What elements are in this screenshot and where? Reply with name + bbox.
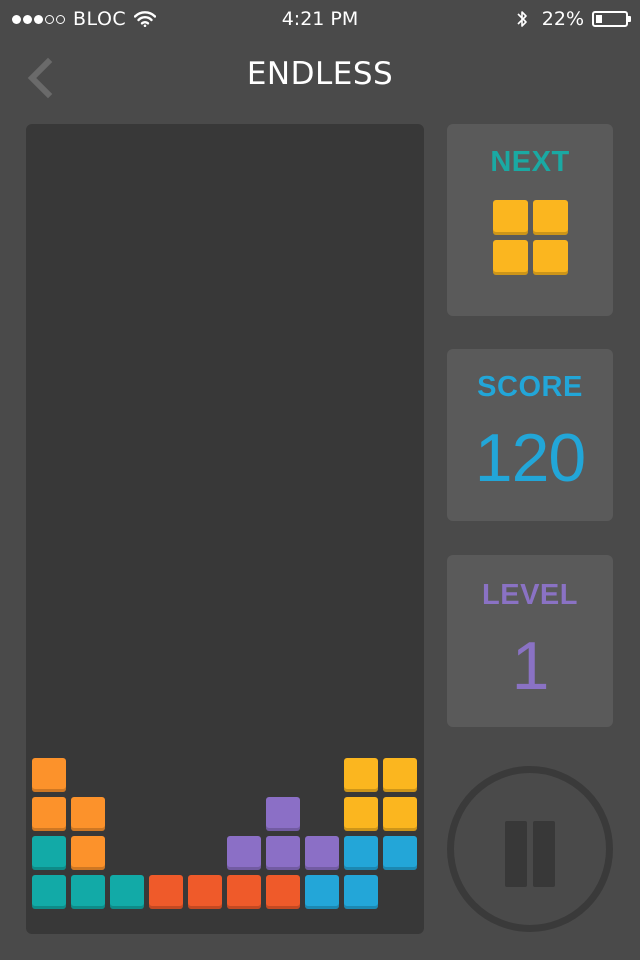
level-label: LEVEL <box>482 579 578 611</box>
pause-bar-left <box>505 821 527 887</box>
game-board[interactable] <box>26 124 424 934</box>
score-label: SCORE <box>477 371 583 403</box>
board-cell <box>344 875 378 909</box>
board-cell <box>383 797 417 831</box>
score-value: 120 <box>474 420 586 496</box>
board-cell <box>266 797 300 831</box>
board-cell <box>383 836 417 870</box>
board-cell <box>32 875 66 909</box>
pause-button[interactable] <box>447 766 613 932</box>
board-cell <box>32 758 66 792</box>
board-cell <box>344 797 378 831</box>
battery-fill <box>596 15 602 23</box>
next-panel: NEXT <box>447 124 613 316</box>
battery-percent: 22% <box>541 8 584 30</box>
board-cell <box>266 875 300 909</box>
bluetooth-icon <box>517 11 527 27</box>
pause-bar-right <box>533 821 555 887</box>
board-cell <box>149 875 183 909</box>
board-cell <box>188 875 222 909</box>
board-cell <box>266 836 300 870</box>
score-panel: SCORE 120 <box>447 349 613 521</box>
next-piece-cell <box>493 240 528 275</box>
board-cell <box>344 836 378 870</box>
board-cell <box>344 758 378 792</box>
level-panel: LEVEL 1 <box>447 555 613 727</box>
board-cell <box>383 758 417 792</box>
next-piece-cell <box>493 200 528 235</box>
status-bar: BLOC 4:21 PM 22% <box>0 0 640 40</box>
battery-icon <box>592 11 631 27</box>
status-right: 22% <box>516 8 631 30</box>
board-cell <box>227 875 261 909</box>
board-cell <box>32 836 66 870</box>
board-cell <box>305 836 339 870</box>
page-title: ENDLESS <box>246 56 394 92</box>
board-cell <box>110 875 144 909</box>
board-cell <box>305 875 339 909</box>
board-cell <box>71 875 105 909</box>
level-value: 1 <box>511 628 550 704</box>
board-cell <box>71 836 105 870</box>
board-cell <box>227 836 261 870</box>
next-piece-cell <box>533 200 568 235</box>
next-piece-preview <box>447 124 613 316</box>
board-cell <box>71 797 105 831</box>
board-cell <box>32 797 66 831</box>
next-piece-cell <box>533 240 568 275</box>
